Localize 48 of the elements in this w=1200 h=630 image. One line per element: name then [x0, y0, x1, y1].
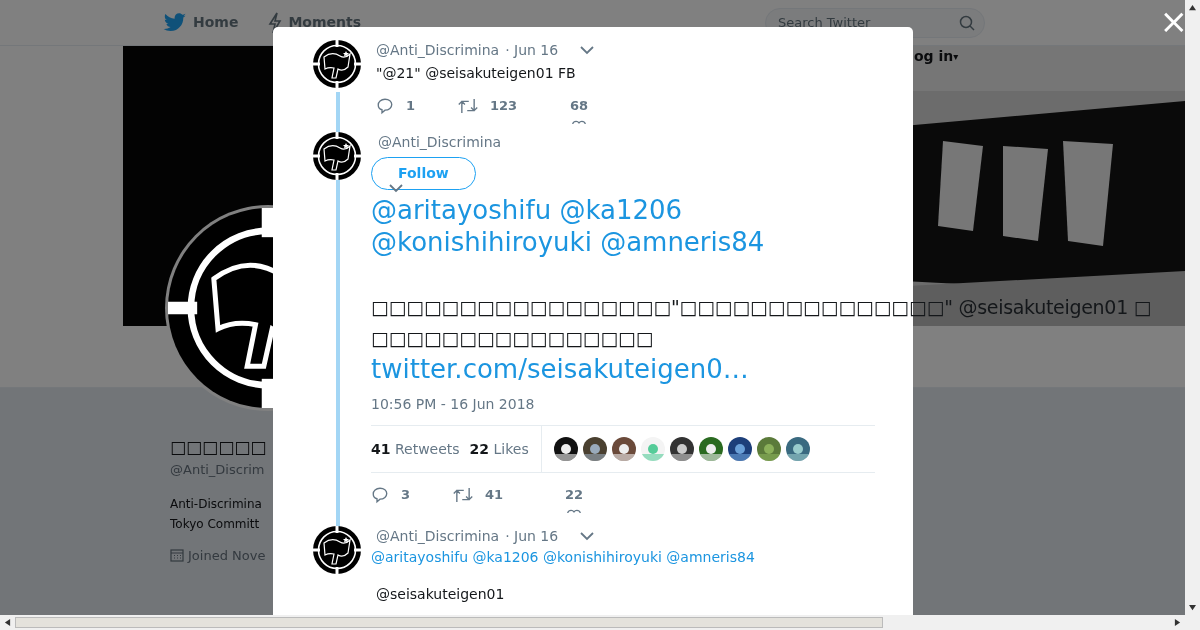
- tweet-mentions[interactable]: @aritayoshifu @ka1206 @konishihiroyuki @amneris84: [371, 194, 821, 258]
- like-count: 22: [565, 486, 584, 504]
- scroll-down-icon[interactable]: [1189, 604, 1196, 611]
- joined-date: Joined Nove: [188, 546, 266, 565]
- login-link[interactable]: og in: [914, 46, 954, 67]
- calendar-icon: [170, 548, 184, 563]
- flag-logo-icon: [313, 526, 361, 574]
- reply-icon[interactable]: [376, 96, 394, 115]
- lightning-icon: [268, 11, 283, 34]
- tweet-mentions[interactable]: @aritayoshifu @ka1206 @konishihiroyuki @amneris84: [371, 547, 755, 568]
- retweet-count: 41: [485, 486, 504, 504]
- profile-name[interactable]: □□□□□□: [170, 434, 267, 460]
- like-count: 68: [570, 97, 589, 115]
- retweet-icon[interactable]: [458, 96, 478, 115]
- flag-logo-icon: [313, 40, 361, 88]
- caret-icon[interactable]: [580, 46, 595, 55]
- tweet-handle[interactable]: @Anti_Discrimina: [376, 40, 500, 61]
- nav-link[interactable]: Moments: [268, 11, 362, 34]
- likes-stat[interactable]: 22 Likes: [469, 438, 529, 460]
- tweet-handle[interactable]: @Anti_Discrimina: [376, 526, 500, 547]
- scroll-left-icon[interactable]: [4, 619, 11, 626]
- retweet-icon[interactable]: [453, 485, 473, 504]
- nav-link[interactable]: Home: [163, 12, 239, 33]
- tweet-date[interactable]: · Jun 16: [505, 40, 559, 61]
- caret-icon[interactable]: ▾: [953, 49, 959, 64]
- horizontal-scrollbar[interactable]: [0, 615, 1200, 630]
- bird-icon: [163, 12, 187, 33]
- reply-icon[interactable]: [371, 485, 389, 504]
- caret-icon[interactable]: [580, 532, 595, 541]
- scroll-right-icon[interactable]: [1174, 619, 1181, 626]
- flag-logo-icon: [313, 132, 361, 180]
- vertical-scrollbar[interactable]: [1185, 0, 1200, 615]
- tweet-text: @seisakuteigen01: [376, 585, 505, 604]
- reply-count: 1: [406, 97, 416, 115]
- profile-bio: Anti-Discrimina Tokyo Committ: [170, 495, 262, 533]
- retweets-stat[interactable]: 41 Retweets: [371, 438, 460, 460]
- reply-count: 3: [401, 486, 411, 504]
- search-icon[interactable]: [959, 14, 975, 31]
- caret-icon[interactable]: [389, 184, 403, 193]
- tweet-timestamp[interactable]: 10:56 PM - 16 Jun 2018: [371, 394, 535, 415]
- tweet-date[interactable]: · Jun 16: [505, 526, 559, 547]
- retweet-count: 123: [490, 97, 518, 115]
- profile-handle[interactable]: @Anti_Discrim: [170, 460, 265, 480]
- scroll-up-icon[interactable]: [1189, 4, 1196, 11]
- tweet-handle[interactable]: @Anti_Discrimina: [378, 132, 502, 153]
- tweet-text: "@21" @seisakuteigen01 FB: [376, 64, 576, 83]
- close-button[interactable]: ×: [1159, 4, 1188, 38]
- tweet-link[interactable]: twitter.com/seisakuteigen0…: [371, 354, 749, 384]
